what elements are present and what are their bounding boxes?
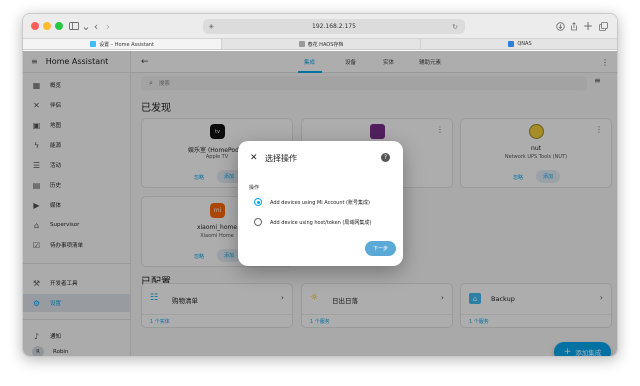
- browser-tab-label: 设置 – Home Assistant: [99, 41, 154, 48]
- radio-button-checked[interactable]: [254, 198, 262, 206]
- new-tab-icon[interactable]: +: [583, 19, 593, 33]
- address-bar[interactable]: ◈ 192.168.2.175 ↻: [203, 19, 465, 34]
- dialog-title: 选择操作: [265, 154, 297, 163]
- back-icon[interactable]: ‹: [91, 19, 101, 33]
- qnas-favicon-icon: [508, 41, 515, 47]
- tab-overview-icon[interactable]: [597, 19, 609, 33]
- select-action-dialog: ✕ 选择操作 ? 操作 Add devices using Mi Account…: [238, 141, 403, 266]
- reload-icon[interactable]: ↻: [452, 23, 458, 31]
- chevron-down-icon[interactable]: ⌄: [81, 19, 90, 33]
- help-icon[interactable]: ?: [381, 153, 390, 162]
- close-icon[interactable]: ✕: [250, 153, 258, 163]
- next-button[interactable]: 下一步: [365, 241, 396, 256]
- browser-titlebar: ⌄ ‹ › ◈ 192.168.2.175 ↻ +: [23, 14, 617, 38]
- zoom-window-button[interactable]: [55, 22, 63, 30]
- sidebar-toggle-icon[interactable]: [67, 19, 81, 33]
- page-favicon-icon: [298, 41, 305, 47]
- browser-window: ⌄ ‹ › ◈ 192.168.2.175 ↻ + 设置 – Home Assi…: [22, 13, 618, 357]
- option-host-token[interactable]: Add device using host/token (局域网集成): [254, 217, 371, 227]
- option-label: Add devices using Mi Account (账号集成): [270, 199, 370, 206]
- close-window-button[interactable]: [31, 22, 39, 30]
- minimize-window-button[interactable]: [43, 22, 51, 30]
- option-mi-account[interactable]: Add devices using Mi Account (账号集成): [254, 197, 370, 207]
- browser-tab-qnas[interactable]: QNAS: [421, 39, 617, 49]
- forward-icon[interactable]: ›: [103, 19, 113, 33]
- browser-tab-settings[interactable]: 设置 – Home Assistant: [23, 39, 222, 49]
- home-assistant-favicon-icon: [90, 41, 97, 47]
- share-icon[interactable]: [569, 19, 579, 33]
- download-icon[interactable]: [555, 19, 565, 33]
- browser-tab-label: QNAS: [517, 41, 532, 47]
- browser-tab-strip: 设置 – Home Assistant 春花 HAOS存档 QNAS: [23, 38, 617, 50]
- browser-tab-haos[interactable]: 春花 HAOS存档: [222, 39, 421, 49]
- option-label: Add device using host/token (局域网集成): [270, 219, 372, 226]
- shield-icon: ◈: [209, 23, 214, 30]
- action-section-label: 操作: [249, 185, 260, 191]
- url-text: 192.168.2.175: [312, 23, 356, 30]
- radio-button-unchecked[interactable]: [254, 218, 262, 226]
- browser-tab-label: 春花 HAOS存档: [307, 41, 344, 48]
